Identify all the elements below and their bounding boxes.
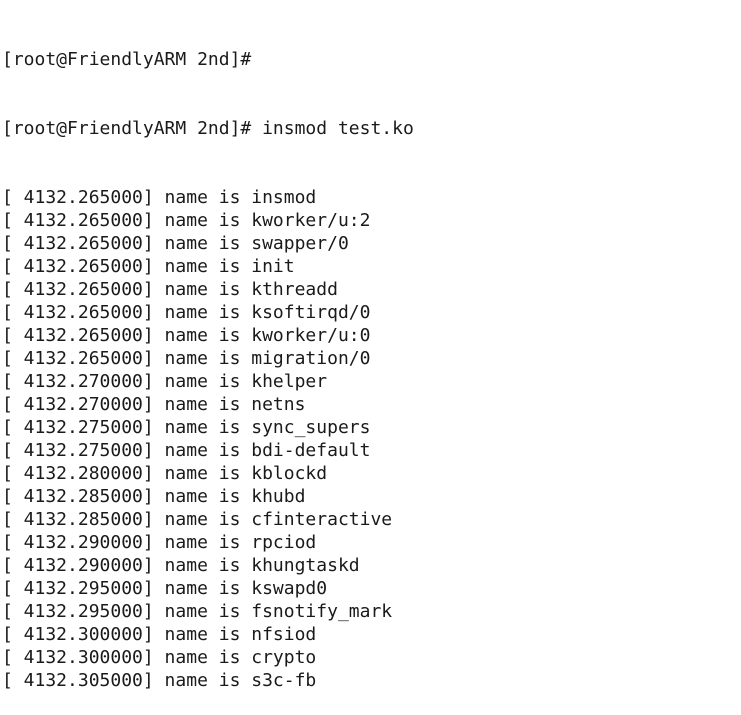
log-line: [ 4132.285000] name is cfinteractive <box>2 509 393 530</box>
kernel-log: [ 4132.265000] name is insmod[ 4132.2650… <box>2 186 414 692</box>
terminal-output[interactable]: [root@FriendlyARM 2nd]# [root@FriendlyAR… <box>2 2 414 715</box>
log-line: [ 4132.265000] name is init <box>2 256 295 277</box>
prompt-line: [root@FriendlyARM 2nd]# <box>2 49 252 70</box>
log-line: [ 4132.305000] name is s3c-fb <box>2 670 317 691</box>
log-line: [ 4132.270000] name is netns <box>2 394 306 415</box>
log-line: [ 4132.280000] name is kblockd <box>2 463 328 484</box>
log-line: [ 4132.295000] name is kswapd0 <box>2 578 328 599</box>
log-line: [ 4132.265000] name is swapper/0 <box>2 233 349 254</box>
log-line: [ 4132.290000] name is rpciod <box>2 532 317 553</box>
log-line: [ 4132.265000] name is kthreadd <box>2 279 338 300</box>
log-line: [ 4132.295000] name is fsnotify_mark <box>2 601 393 622</box>
log-line: [ 4132.270000] name is khelper <box>2 371 328 392</box>
log-line: [ 4132.285000] name is khubd <box>2 486 306 507</box>
log-line: [ 4132.290000] name is khungtaskd <box>2 555 360 576</box>
log-line: [ 4132.300000] name is nfsiod <box>2 624 317 645</box>
log-line: [ 4132.265000] name is kworker/u:0 <box>2 325 371 346</box>
command-line: [root@FriendlyARM 2nd]# insmod test.ko <box>2 118 414 139</box>
log-line: [ 4132.265000] name is insmod <box>2 187 317 208</box>
log-line: [ 4132.265000] name is kworker/u:2 <box>2 210 371 231</box>
log-line: [ 4132.275000] name is sync_supers <box>2 417 371 438</box>
log-line: [ 4132.300000] name is crypto <box>2 647 317 668</box>
log-line: [ 4132.275000] name is bdi-default <box>2 440 371 461</box>
log-line: [ 4132.265000] name is migration/0 <box>2 348 371 369</box>
log-line: [ 4132.265000] name is ksoftirqd/0 <box>2 302 371 323</box>
